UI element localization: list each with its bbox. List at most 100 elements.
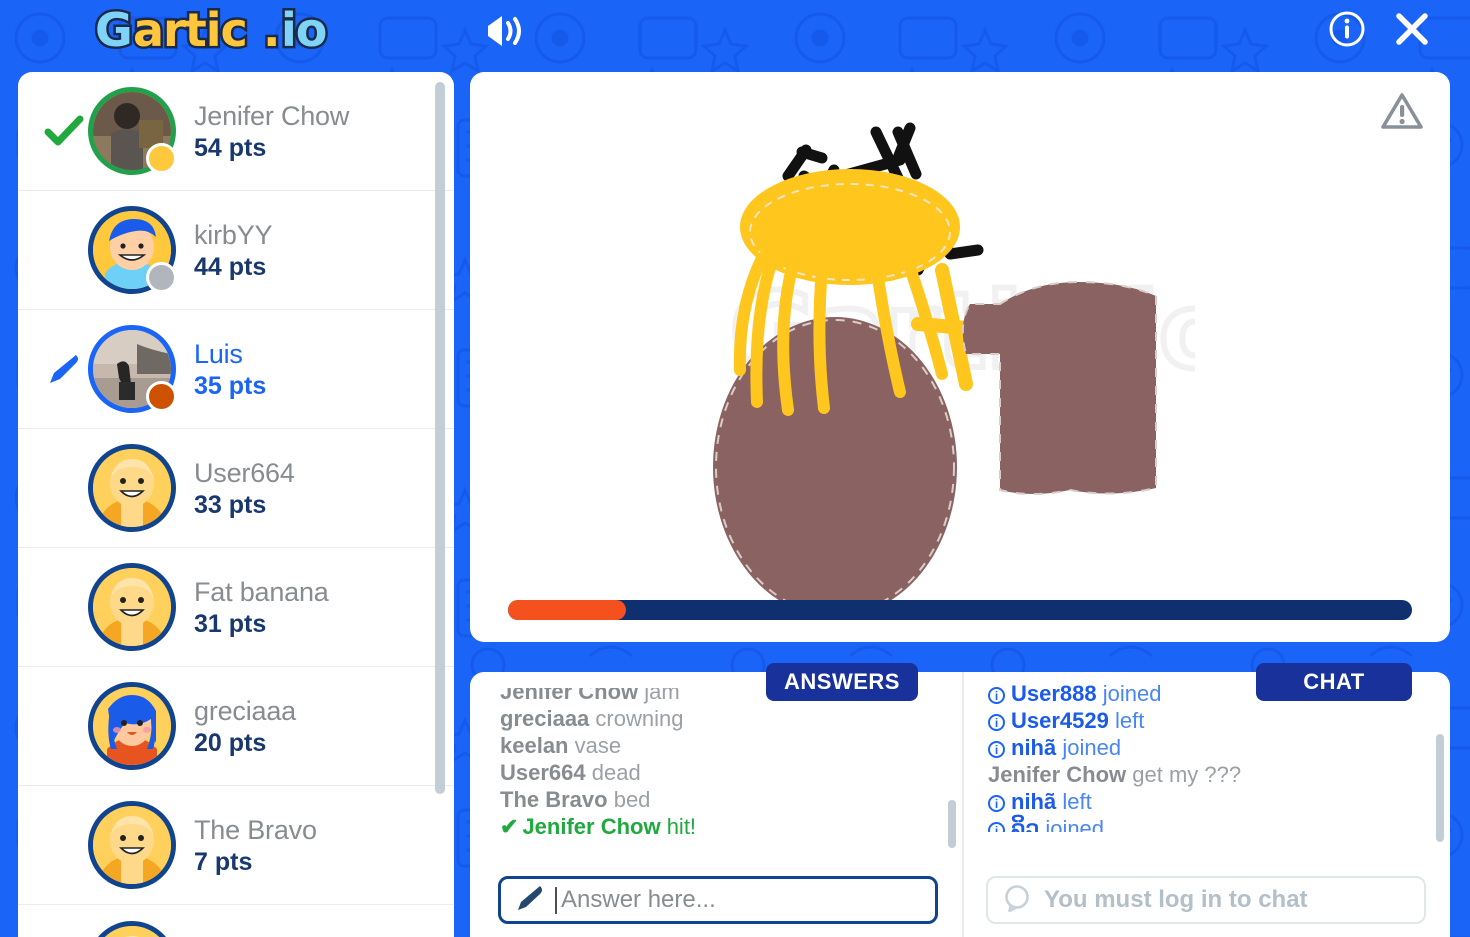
info-button[interactable] [1328,10,1366,48]
answers-chat-panel: Jenifer Chow jam greciaaa crowning keelan … [470,672,1450,937]
player-points: 35 pts [194,371,267,400]
player-name: User664 [194,457,295,488]
message-text: vase [568,733,622,758]
player-row[interactable]: kirbYY 44 pts [18,191,454,310]
answer-input-placeholder: Answer here... [561,886,716,913]
chat-message: i ລິວ joined [988,815,1426,832]
player-name: Fat banana [194,576,329,607]
round-timer-progress-fill [508,600,626,620]
answer-message: greciaaa crowning [500,705,938,732]
player-info: greciaaa 20 pts [194,695,296,758]
player-name: Jenifer Chow [194,100,350,131]
chat-message: i User4529 left [988,707,1426,734]
text-caret [555,886,557,914]
status-dot [146,143,177,174]
player-row[interactable]: Jenifer Chow 54 pts [18,72,454,191]
chat-message-list[interactable]: i User888 joined i User4529 left i nihã joine… [988,680,1426,832]
message-author: User888 [1011,681,1097,706]
message-author: ລິວ [1011,816,1040,832]
player-info: The Bravo 7 pts [194,814,317,877]
chat-bubble-icon [1002,883,1032,918]
chat-message: i nihã joined [988,734,1426,761]
answers-scrollbar-thumb[interactable] [948,800,956,848]
player-row[interactable]: greciaaa 20 pts [18,667,454,786]
player-points: 44 pts [194,252,267,281]
player-info: Luis 35 pts [194,338,266,401]
message-text: jam [638,688,680,704]
player-list-panel: Jenifer Chow 54 pts kirbYY 44 pts Luis 3… [18,72,454,937]
message-author: Jenifer Chow [500,688,639,704]
chat-message: i nihã left [988,788,1426,815]
message-text: joined [1056,735,1122,760]
status-dot [146,381,177,412]
message-text: joined [1096,681,1162,706]
player-points: 54 pts [194,133,267,162]
player-points: 7 pts [194,847,253,876]
player-row[interactable]: Luis 35 pts [18,310,454,429]
drawing-canvas-panel: Gartic.io [470,72,1450,642]
chat-message: Jenifer Chow get my ??? [988,761,1426,788]
message-author: User664 [500,760,586,785]
player-row[interactable] [18,905,454,937]
player-list-scroll-container[interactable]: Jenifer Chow 54 pts kirbYY 44 pts Luis 3… [18,72,454,937]
message-author: keelan [500,733,569,758]
player-info: Jenifer Chow 54 pts [194,100,349,163]
answer-message: ✔ Jenifer Chow hit! [500,813,938,840]
message-author: The Bravo [500,787,608,812]
chat-scrollbar-thumb[interactable] [1436,734,1444,842]
answer-message: keelan vase [500,732,938,759]
avatar [88,682,176,770]
message-text: crowning [589,706,684,731]
player-name: Luis [194,338,243,369]
avatar [88,325,177,413]
message-author: greciaaa [500,706,590,731]
player-name: greciaaa [194,695,296,726]
message-text: bed [607,787,651,812]
warning-triangle-icon[interactable] [1380,89,1424,133]
message-author: Jenifer Chow [988,762,1127,787]
message-author: nihã [1011,735,1057,760]
gartic-logo: G artic . io [93,1,365,74]
message-text: dead [585,760,641,785]
status-dot [146,262,177,293]
answers-message-list[interactable]: Jenifer Chow jam greciaaa crowning keelan … [500,688,938,840]
player-points: 31 pts [194,609,267,638]
chat-input[interactable]: You must log in to chat [986,876,1426,924]
avatar [88,920,176,937]
avatar [88,87,177,175]
player-points: 33 pts [194,490,267,519]
player-points: 20 pts [194,728,267,757]
player-row[interactable]: Fat banana 31 pts [18,548,454,667]
correct-check-icon: ✔ [500,814,519,839]
pencil-icon [515,883,545,918]
avatar [88,801,176,889]
info-circle-icon: i [988,714,1005,731]
answer-input[interactable]: Answer here... [498,876,938,924]
close-button[interactable] [1392,9,1432,49]
drawing-canvas[interactable] [470,72,1450,617]
tab-answers[interactable]: ANSWERS [766,663,918,701]
answer-message: The Bravo bed [500,786,938,813]
answer-message: User664 dead [500,759,938,786]
player-name: The Bravo [194,814,317,845]
sound-toggle-button[interactable] [480,10,526,52]
player-info: User664 33 pts [194,457,295,520]
svg-text:G: G [95,3,132,57]
info-circle-icon: i [988,741,1005,758]
round-timer-progress-track [508,600,1412,620]
player-info: kirbYY 44 pts [194,219,273,282]
chat-input-placeholder: You must log in to chat [1044,886,1308,913]
top-header-bar: G artic . io [0,0,1470,62]
tab-chat[interactable]: CHAT [1256,663,1412,701]
player-row[interactable]: The Bravo 7 pts [18,786,454,905]
player-list-scrollbar-thumb[interactable] [435,82,445,794]
svg-text:artic: artic [133,3,247,57]
message-text: left [1108,708,1145,733]
info-circle-icon: i [988,795,1005,812]
message-author: nihã [1011,789,1057,814]
message-text: get my ??? [1126,762,1242,787]
player-row[interactable]: User664 33 pts [18,429,454,548]
svg-text:io: io [281,3,326,57]
info-circle-icon: i [988,687,1005,704]
message-author: Jenifer Chow [522,814,661,839]
